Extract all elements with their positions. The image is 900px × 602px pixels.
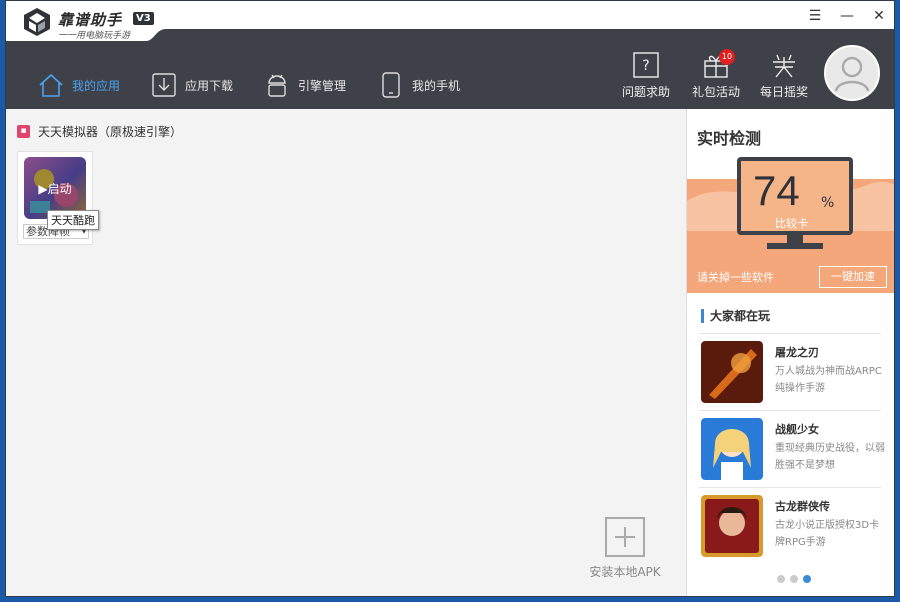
performance-monitor: 实时检测 74 % 比较卡 请关掉一些软件 一键加速 (687, 109, 894, 293)
game-name-2: 古龙群侠传 (775, 500, 830, 513)
plus-icon (605, 517, 645, 557)
monitor-title: 实时检测 (697, 129, 762, 148)
logo-icon (24, 8, 50, 36)
main-panel: ▪ 天天模拟器（原极速引擎） ▶启动 参数降帧 ▾ 天天酷跑 安装本地APK (6, 109, 686, 596)
game-item-1[interactable]: 战舰少女 重现经典历史战役，以弱胜强不是梦想 (699, 410, 885, 482)
score-value: 74 (753, 167, 800, 214)
game-thumb-2 (701, 495, 763, 557)
nav-label-engine-manage: 引擎管理 (298, 78, 347, 93)
game-desc-2: 古龙小说正版授权3D卡牌RPG手游 (775, 520, 880, 548)
game-name-0: 屠龙之刃 (775, 346, 819, 359)
nav-label-my-phone: 我的手机 (412, 78, 461, 93)
menu-button[interactable]: ☰ (804, 7, 826, 25)
help-icon: ? (633, 52, 659, 78)
gift-badge: 10 (719, 49, 735, 65)
avatar[interactable] (824, 45, 880, 101)
svg-text:?: ? (642, 58, 649, 74)
install-apk-label: 安装本地APK (589, 565, 661, 579)
nav-item-my-apps[interactable]: 我的应用 (25, 63, 133, 109)
game-desc-0: 万人城战为神而战ARPC纯操作手游 (775, 366, 882, 394)
nav-item-app-download[interactable]: 应用下载 (151, 67, 233, 103)
gift-button[interactable]: 10 礼包活动 (686, 49, 746, 100)
carousel-dot-3[interactable] (803, 575, 811, 583)
lottery-label: 每日摇奖 (759, 85, 808, 99)
user-icon (834, 56, 870, 92)
game-item-0[interactable]: 屠龙之刃 万人城战为神而战ARPC纯操作手游 (699, 333, 882, 405)
nav-bar: 我的应用 应用下载 引擎管理 我的手机 ? 问题求助 10 礼包活动 每日摇奖 (6, 41, 894, 109)
close-button[interactable]: ✕ (868, 7, 890, 25)
app-name: 靠谱助手 (58, 11, 123, 29)
game-thumb-0 (701, 341, 763, 403)
title-bar-curve (146, 29, 894, 41)
help-label: 问题求助 (621, 85, 670, 99)
score-unit: % (821, 195, 835, 211)
minimize-button[interactable]: — (836, 7, 858, 25)
home-icon (39, 73, 63, 97)
install-apk-button[interactable]: 安装本地APK (586, 517, 664, 580)
game-desc-1: 重现经典历史战役，以弱胜强不是梦想 (775, 443, 885, 471)
right-panel: 实时检测 74 % 比较卡 请关掉一些软件 一键加速 大家都在玩 屠龙之刃 万人… (686, 109, 894, 596)
carousel-dot-2[interactable] (790, 575, 798, 583)
lottery-button[interactable]: 每日摇奖 (754, 51, 814, 100)
performance-hint: 请关掉一些软件 (697, 271, 774, 284)
app-card: ▶启动 参数降帧 ▾ (17, 151, 93, 245)
nav-item-my-phone[interactable]: 我的手机 (378, 67, 460, 103)
app-name-tooltip: 天天酷跑 (47, 210, 99, 230)
game-item-2[interactable]: 古龙群侠传 古龙小说正版授权3D卡牌RPG手游 (699, 487, 881, 559)
android-icon (268, 74, 286, 97)
gift-label: 礼包活动 (691, 85, 740, 99)
section-title: 天天模拟器（原极速引擎） (38, 125, 183, 139)
lottery-icon (773, 54, 795, 78)
app-slogan: 一一用电脑玩手游 (58, 31, 131, 41)
game-name-1: 战舰少女 (775, 423, 819, 436)
app-window: 靠谱助手 V3 一一用电脑玩手游 ☰ — ✕ 我的应用 应用下载 引擎管理 我的… (5, 0, 895, 597)
section-header: ▪ 天天模拟器（原极速引擎） (17, 123, 182, 140)
nav-item-engine-manage[interactable]: 引擎管理 (264, 67, 346, 103)
phone-icon (382, 72, 400, 98)
title-bar: 靠谱助手 V3 一一用电脑玩手游 ☰ — ✕ (6, 1, 894, 41)
popular-title: 大家都在玩 (701, 309, 770, 323)
game-thumb-1 (701, 418, 763, 480)
score-status: 比较卡 (775, 217, 808, 230)
nav-label-my-apps: 我的应用 (72, 78, 121, 93)
help-button[interactable]: ? 问题求助 (616, 51, 676, 100)
nav-label-app-download: 应用下载 (185, 78, 234, 93)
section-gift-icon: ▪ (17, 125, 30, 138)
speed-up-button[interactable]: 一键加速 (819, 266, 887, 288)
carousel-dot-1[interactable] (777, 575, 785, 583)
download-icon (152, 73, 176, 97)
carousel-dots (777, 575, 811, 583)
